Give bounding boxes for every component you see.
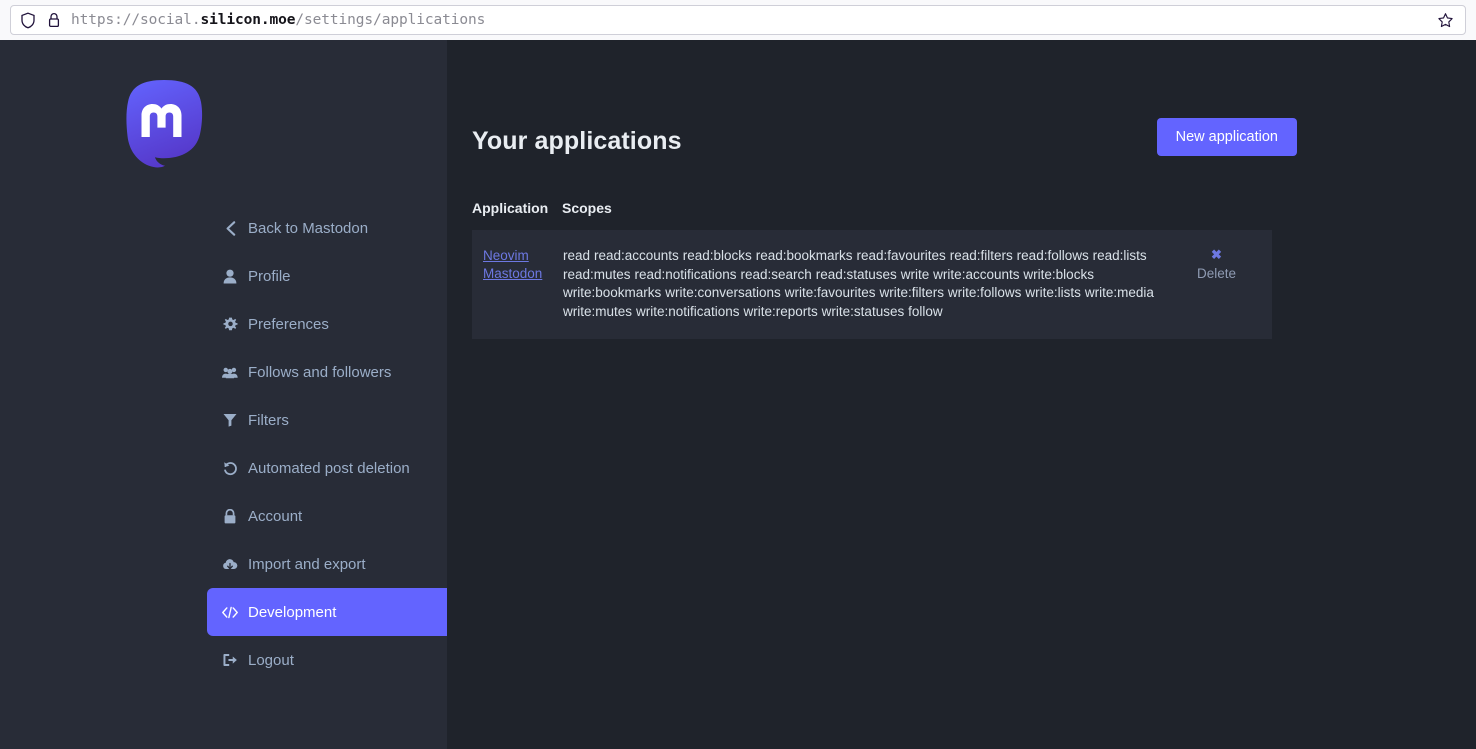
sidebar-item-label: Follows and followers <box>248 363 392 381</box>
close-x-icon: ✖ <box>1211 247 1222 262</box>
sidebar-list-item: Filters <box>0 396 447 444</box>
table-body: Neovim Mastodon read read:accounts read:… <box>472 230 1272 339</box>
sidebar-item-label: Import and export <box>248 555 366 573</box>
delete-application-button[interactable]: ✖ Delete <box>1197 248 1236 282</box>
sidebar-list-item: Back to Mastodon <box>0 204 447 252</box>
table-header-row: Application Scopes <box>472 200 1272 230</box>
table-head: Application Scopes <box>472 200 1272 230</box>
star-icon[interactable] <box>1433 8 1457 32</box>
browser-chrome: https://social.silicon.moe/settings/appl… <box>0 0 1476 40</box>
sidebar-item-label: Account <box>248 507 303 525</box>
sidebar-item-filters[interactable]: Filters <box>0 396 447 444</box>
gear-icon <box>222 316 238 332</box>
sidebar-item-preferences[interactable]: Preferences <box>0 300 447 348</box>
cell-scopes: read read:accounts read:blocks read:book… <box>562 230 1170 339</box>
delete-label: Delete <box>1196 266 1237 281</box>
application-name-link[interactable]: Neovim Mastodon <box>483 248 542 281</box>
cell-actions: ✖ Delete <box>1170 230 1272 339</box>
lock-icon[interactable] <box>45 11 63 29</box>
sidebar-list-item: Account <box>0 492 447 540</box>
url-bar[interactable]: https://social.silicon.moe/settings/appl… <box>10 5 1466 35</box>
sidebar-item-label: Preferences <box>248 315 329 333</box>
url-scheme: https://social. <box>71 12 201 28</box>
sign-out-icon <box>222 652 238 668</box>
url-host: silicon.moe <box>200 12 296 28</box>
page-title: Your applications <box>472 127 682 155</box>
sidebar-list-item: Profile <box>0 252 447 300</box>
sidebar-item-label: Back to Mastodon <box>248 219 369 237</box>
url-path: /settings/applications <box>295 12 486 28</box>
mastodon-logo <box>125 80 202 168</box>
column-header-scopes: Scopes <box>562 200 612 216</box>
users-icon <box>222 364 238 380</box>
column-header-application: Application <box>472 200 549 216</box>
url-text[interactable]: https://social.silicon.moe/settings/appl… <box>71 12 1425 28</box>
sidebar-item-label: Logout <box>248 651 294 669</box>
cloud-download-icon <box>222 556 238 572</box>
sidebar-item-logout[interactable]: Logout <box>0 636 447 684</box>
chevron-left-icon <box>222 220 238 236</box>
sidebar-item-import-and-export[interactable]: Import and export <box>0 540 447 588</box>
filter-icon <box>222 412 238 428</box>
settings-sidebar: Back to Mastodon Profile Preferences Fol… <box>0 40 447 749</box>
cell-application: Neovim Mastodon <box>472 230 562 339</box>
sidebar-item-development[interactable]: Development <box>207 588 447 636</box>
new-application-button[interactable]: New application <box>1156 118 1297 156</box>
logo-container <box>0 62 447 204</box>
sidebar-item-profile[interactable]: Profile <box>0 252 447 300</box>
lock-icon <box>222 508 238 524</box>
user-icon <box>222 268 238 284</box>
page-header: Your applications New application <box>472 118 1297 156</box>
history-icon <box>222 460 238 476</box>
shield-icon[interactable] <box>19 11 37 29</box>
main-content: Your applications New application Applic… <box>447 40 1476 749</box>
sidebar-item-back-to-mastodon[interactable]: Back to Mastodon <box>0 204 447 252</box>
sidebar-list-item: Preferences <box>0 300 447 348</box>
column-header-actions <box>1170 200 1272 230</box>
sidebar-list-item: Import and export <box>0 540 447 588</box>
content-container: Your applications New application Applic… <box>472 118 1297 339</box>
sidebar-list-item: Logout <box>0 636 447 684</box>
sidebar-item-label: Profile <box>248 267 291 285</box>
sidebar-nav-list: Back to Mastodon Profile Preferences Fol… <box>0 204 447 684</box>
sidebar-item-label: Automated post deletion <box>248 459 410 477</box>
sidebar-item-follows-and-followers[interactable]: Follows and followers <box>0 348 447 396</box>
sidebar-item-automated-post-deletion[interactable]: Automated post deletion <box>0 444 447 492</box>
code-icon <box>222 604 238 620</box>
sidebar-item-label: Development <box>248 603 337 621</box>
table-row: Neovim Mastodon read read:accounts read:… <box>472 230 1272 339</box>
sidebar-list-item: Automated post deletion <box>0 444 447 492</box>
sidebar-list-item: Follows and followers <box>0 348 447 396</box>
sidebar-item-account[interactable]: Account <box>0 492 447 540</box>
sidebar-item-label: Filters <box>248 411 289 429</box>
page-body: Back to Mastodon Profile Preferences Fol… <box>0 40 1476 749</box>
sidebar-list-item: Development <box>0 588 447 636</box>
applications-table: Application Scopes Neovim Mastodon read … <box>472 200 1272 339</box>
